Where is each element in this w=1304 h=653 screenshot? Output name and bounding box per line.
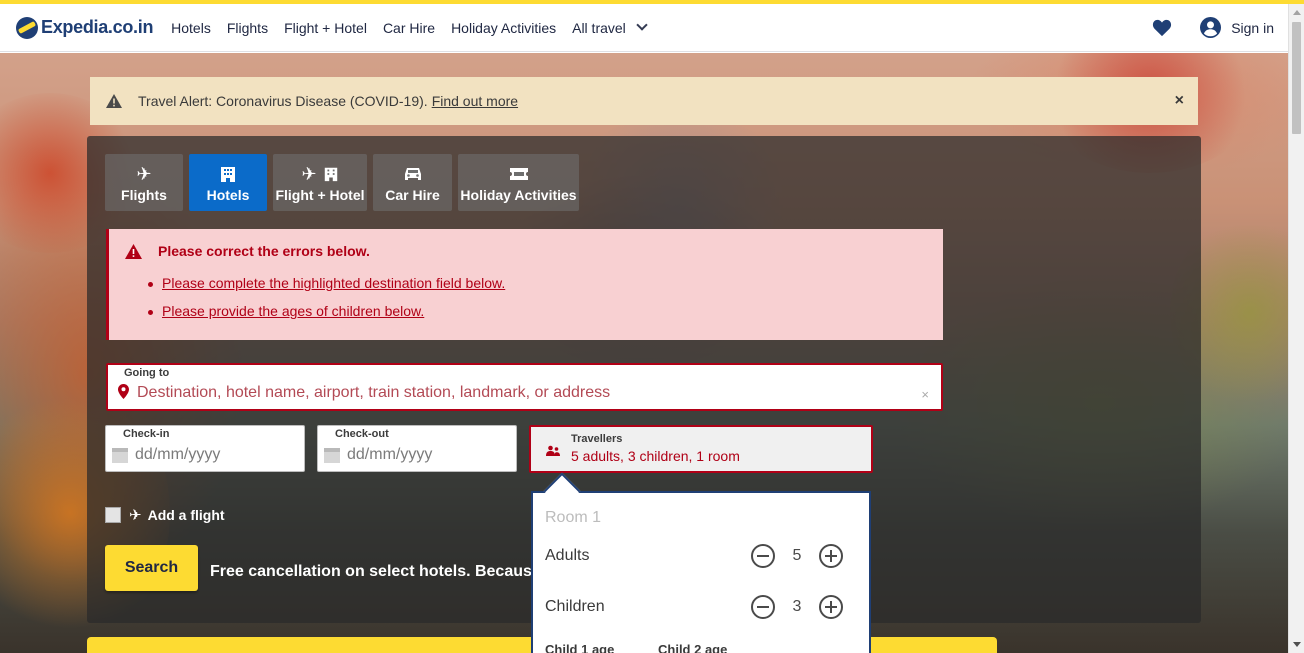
scroll-down-arrow-icon[interactable]: [1293, 642, 1301, 647]
scroll-up-arrow-icon[interactable]: [1293, 10, 1301, 15]
sign-in-label: Sign in: [1231, 19, 1274, 36]
children-increase-button[interactable]: [819, 595, 843, 619]
calendar-icon: [324, 448, 340, 463]
add-flight-label[interactable]: Add a flight: [148, 507, 225, 523]
heart-icon[interactable]: [1152, 19, 1172, 37]
check-in-field[interactable]: Check-in: [105, 425, 305, 472]
tab-label: Car Hire: [385, 187, 440, 203]
location-pin-icon: [118, 384, 129, 399]
tab-flights[interactable]: ✈ Flights: [105, 154, 183, 211]
children-decrease-button[interactable]: [751, 595, 775, 619]
destination-label: Going to: [124, 367, 170, 379]
tab-label: Holiday Activities: [460, 187, 577, 203]
clear-destination-icon[interactable]: ×: [921, 387, 929, 402]
list-item: Please complete the highlighted destinat…: [147, 275, 505, 303]
adults-label: Adults: [545, 547, 590, 564]
all-travel-menu[interactable]: All travel: [572, 19, 648, 36]
error-list: Please complete the highlighted destinat…: [147, 275, 505, 331]
scroll-thumb[interactable]: [1292, 22, 1301, 134]
page-scrollbar[interactable]: [1288, 4, 1304, 653]
check-in-input[interactable]: [135, 446, 295, 464]
nav-link-flight-hotel[interactable]: Flight + Hotel: [284, 20, 367, 36]
child-2-age-label: Child 2 age: [658, 642, 728, 653]
calendar-icon: [112, 448, 128, 463]
adults-decrease-button[interactable]: [751, 544, 775, 568]
ticket-icon: [509, 161, 529, 187]
adults-increase-button[interactable]: [819, 544, 843, 568]
travel-alert-text: Travel Alert: Coronavirus Disease (COVID…: [138, 93, 428, 109]
error-link-children-ages[interactable]: Please provide the ages of children belo…: [162, 303, 424, 319]
adults-stepper: 5: [751, 544, 843, 568]
travellers-label: Travellers: [571, 433, 623, 445]
error-title: Please correct the errors below.: [158, 243, 370, 259]
error-warning-icon: [125, 243, 142, 259]
list-item: Please provide the ages of children belo…: [147, 303, 505, 331]
adults-count: 5: [792, 547, 802, 564]
tab-label: Flights: [121, 187, 167, 203]
travellers-icon: [546, 445, 560, 456]
tab-hotels[interactable]: Hotels: [189, 154, 267, 211]
user-account-icon: [1200, 17, 1222, 38]
product-tabs: ✈ Flights Hotels ✈ Flight + Hotel Car Hi…: [105, 154, 585, 211]
logo-text: Expedia.co.in: [41, 17, 154, 37]
car-icon: [403, 161, 423, 187]
check-out-label: Check-out: [335, 428, 389, 440]
warning-icon: [106, 94, 122, 108]
top-navbar: Expedia.co.in Hotels Flights Flight + Ho…: [0, 4, 1288, 52]
travellers-value: 5 adults, 3 children, 1 room: [571, 448, 740, 464]
children-label: Children: [545, 598, 605, 615]
plane-icon: ✈: [136, 163, 152, 184]
travel-alert-banner: Travel Alert: Coronavirus Disease (COVID…: [90, 77, 1198, 125]
children-stepper: 3: [751, 595, 843, 619]
check-out-input[interactable]: [347, 446, 507, 464]
sign-in-button[interactable]: Sign in: [1200, 17, 1274, 38]
globe-logo-icon: [16, 16, 38, 39]
close-icon[interactable]: ×: [1175, 92, 1184, 110]
add-flight-checkbox[interactable]: [105, 507, 121, 523]
hotel-icon: [219, 161, 237, 187]
expedia-logo[interactable]: Expedia.co.in: [16, 16, 154, 39]
destination-field[interactable]: Going to ×: [106, 363, 943, 411]
child-1-age-label: Child 1 age: [545, 642, 615, 653]
room-title: Room 1: [545, 509, 602, 526]
travellers-dropdown: Room 1 Adults 5 Children 3 Child 1 age C…: [531, 491, 871, 653]
tab-car-hire[interactable]: Car Hire: [373, 154, 452, 211]
free-cancellation-text: Free cancellation on select hotels. Beca…: [210, 563, 532, 580]
plane-hotel-icon: ✈: [301, 161, 338, 187]
children-count: 3: [792, 598, 802, 615]
tab-label: Hotels: [206, 187, 250, 203]
find-out-more-link[interactable]: Find out more: [432, 93, 518, 109]
check-out-field[interactable]: Check-out: [317, 425, 517, 472]
travellers-field[interactable]: Travellers 5 adults, 3 children, 1 room: [529, 425, 873, 473]
nav-link-hotels[interactable]: Hotels: [171, 20, 211, 36]
nav-link-car-hire[interactable]: Car Hire: [383, 20, 435, 36]
tab-flight-hotel[interactable]: ✈ Flight + Hotel: [273, 154, 367, 211]
add-flight-option: ✈ Add a flight: [105, 506, 225, 524]
error-link-destination[interactable]: Please complete the highlighted destinat…: [162, 275, 505, 291]
destination-input[interactable]: [137, 384, 907, 402]
tab-label: Flight + Hotel: [275, 187, 365, 203]
check-in-label: Check-in: [123, 428, 170, 440]
search-button[interactable]: Search: [105, 545, 198, 591]
all-travel-label: All travel: [572, 19, 626, 36]
nav-link-flights[interactable]: Flights: [227, 20, 268, 36]
tab-holiday-activities[interactable]: Holiday Activities: [458, 154, 579, 211]
error-summary: Please correct the errors below. Please …: [106, 229, 943, 340]
chevron-down-icon: [636, 19, 648, 31]
plane-icon: ✈: [129, 507, 142, 524]
nav-link-holiday-activities[interactable]: Holiday Activities: [451, 20, 556, 36]
